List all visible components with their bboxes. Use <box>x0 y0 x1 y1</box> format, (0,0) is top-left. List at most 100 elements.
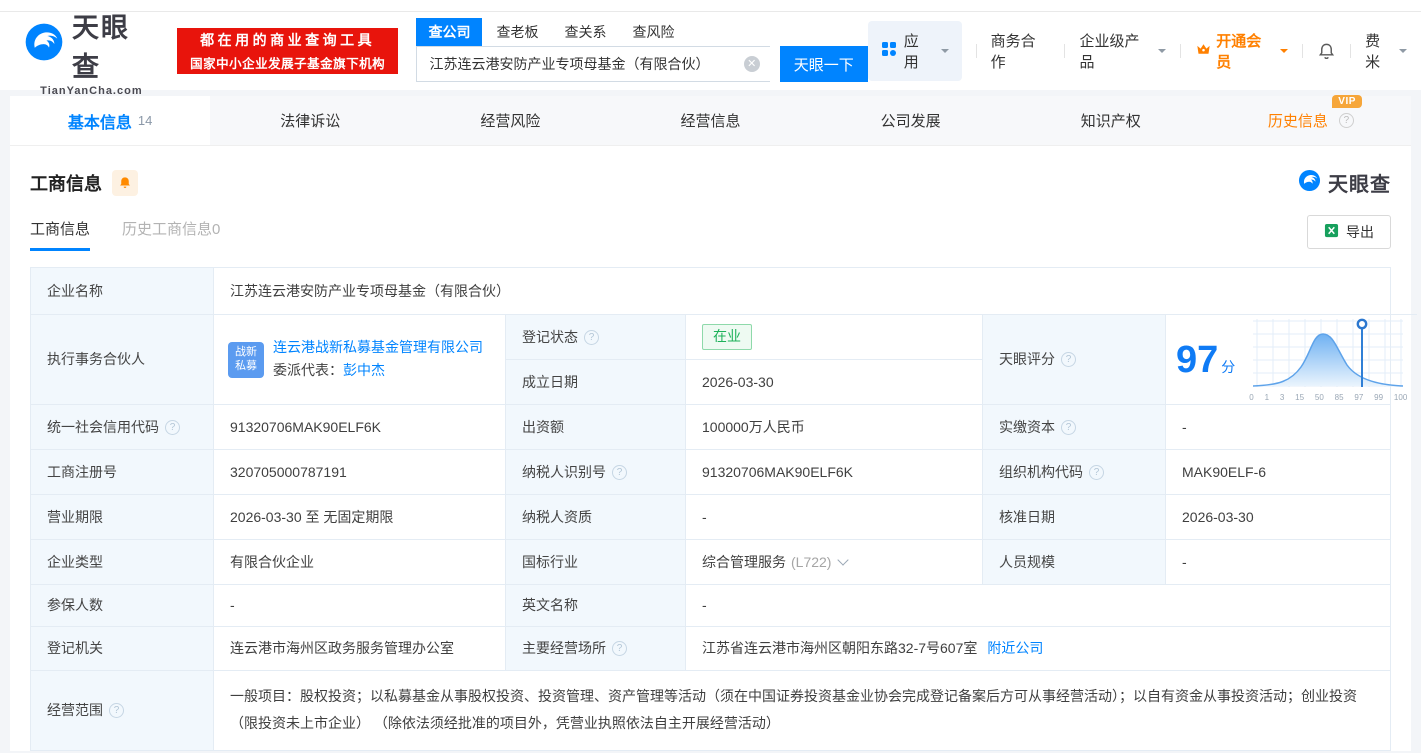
score-number: 97 <box>1176 338 1219 381</box>
value-contribution: 100000万人民币 <box>685 404 982 449</box>
page-tabs: 基本信息 14 法律诉讼 经营风险 经营信息 公司发展 知识产权 VIP 历史信… <box>10 95 1411 146</box>
label-approval-date: 核准日期 <box>982 494 1165 539</box>
search-tab-risk[interactable]: 查风险 <box>620 18 686 46</box>
user-menu[interactable]: 费米 <box>1365 30 1408 72</box>
nearby-companies-link[interactable]: 附近公司 <box>987 638 1043 659</box>
tianyancha-logo-icon <box>1298 169 1321 197</box>
tab-intellectual-property[interactable]: 知识产权 <box>1011 96 1211 145</box>
table-row: 营业期限 2026-03-30 至 无固定期限 纳税人资质 - 核准日期 202… <box>31 494 1390 539</box>
nav-business-cooperation[interactable]: 商务合作 <box>991 30 1051 72</box>
slogan-line2: 国家中小企业发展子基金旗下机构 <box>190 57 386 71</box>
tab-history-info[interactable]: VIP 历史信息 ? <box>1211 95 1411 145</box>
score-unit: 分 <box>1221 358 1236 375</box>
value-registration-number: 320705000787191 <box>213 449 505 494</box>
delegate-name-link[interactable]: 彭中杰 <box>343 362 385 378</box>
value-english-name: - <box>685 584 1390 626</box>
clear-search-icon[interactable]: ✕ <box>743 56 760 72</box>
apps-grid-icon <box>881 41 897 61</box>
label-insured-count: 参保人数 <box>31 584 213 626</box>
label-taxpayer-id: 纳税人识别号? <box>505 449 685 494</box>
help-icon[interactable]: ? <box>612 641 627 656</box>
label-tianyan-score: 天眼评分? <box>982 314 1165 404</box>
label-company-type: 企业类型 <box>31 539 213 584</box>
apps-menu-button[interactable]: 应用 <box>867 21 962 81</box>
apps-label: 应用 <box>903 33 919 71</box>
label-organization-code: 组织机构代码? <box>982 449 1165 494</box>
value-industry[interactable]: 综合管理服务 (L722) <box>685 539 982 584</box>
logo-name: 天眼查 <box>72 12 130 82</box>
tab-operational-risk[interactable]: 经营风险 <box>410 96 610 145</box>
value-registration-authority: 连云港市海州区政务服务管理办公室 <box>213 626 505 670</box>
value-tianyan-score: 97 分 0 1 3 15 50 85 97 99 100 <box>1165 314 1418 404</box>
chevron-down-icon <box>1158 49 1167 57</box>
help-icon[interactable]: ? <box>584 329 599 345</box>
tianyancha-logo-icon <box>24 22 64 67</box>
search-input[interactable] <box>416 46 770 82</box>
nav-open-membership[interactable]: 开通会员 <box>1195 30 1289 72</box>
nav-enterprise-product[interactable]: 企业级产品 <box>1079 30 1167 72</box>
search-tab-boss[interactable]: 查老板 <box>484 18 550 46</box>
tab-count: 14 <box>137 113 153 128</box>
subtab-history-registration[interactable]: 历史工商信息0 <box>122 218 220 251</box>
value-credit-code: 91320706MAK90ELF6K <box>213 404 505 449</box>
search-tab-relation[interactable]: 查关系 <box>552 18 618 46</box>
subtab-business-registration[interactable]: 工商信息 <box>30 218 91 251</box>
search-tab-company[interactable]: 查公司 <box>416 18 483 46</box>
site-header: 天眼查 TianYanCha.com 都在用的商业查询工具 国家中小企业发展子基… <box>0 12 1421 97</box>
logo-domain: TianYanCha.com <box>40 84 143 97</box>
label-paid-in-capital: 实缴资本? <box>982 404 1165 449</box>
table-row: 企业名称 江苏连云港安防产业专项母基金（有限合伙） <box>31 268 1390 314</box>
search-button[interactable]: 天眼一下 <box>779 46 868 82</box>
help-icon[interactable]: ? <box>1061 419 1076 435</box>
value-organization-code: MAK90ELF-6 <box>1165 449 1390 494</box>
partner-avatar[interactable]: 战新私募 <box>228 341 264 378</box>
tianyancha-logo[interactable]: 天眼查 TianYanCha.com <box>24 6 159 97</box>
tab-legal-proceedings[interactable]: 法律诉讼 <box>210 96 410 145</box>
value-executive-partner: 战新私募 连云港战新私募基金管理有限公司 委派代表：彭中杰 <box>213 314 505 404</box>
label-registration-number: 工商注册号 <box>31 449 213 494</box>
help-icon[interactable]: ? <box>109 702 124 718</box>
partner-company-link[interactable]: 连云港战新私募基金管理有限公司 <box>273 337 483 359</box>
chevron-down-icon <box>1280 49 1289 57</box>
help-icon[interactable]: ? <box>165 419 180 435</box>
excel-icon <box>1324 223 1339 241</box>
chevron-down-icon <box>940 49 949 57</box>
value-establish-date: 2026-03-30 <box>685 359 982 404</box>
help-icon[interactable]: ? <box>1338 113 1354 128</box>
help-icon[interactable]: ? <box>612 464 627 480</box>
value-staff-size: - <box>1165 539 1390 584</box>
brand-slogan: 都在用的商业查询工具 国家中小企业发展子基金旗下机构 <box>176 28 399 74</box>
status-badge: 在业 <box>702 324 752 350</box>
chevron-down-icon[interactable] <box>837 554 850 566</box>
notification-bell-icon[interactable] <box>1317 42 1336 61</box>
label-credit-code: 统一社会信用代码? <box>31 404 213 449</box>
table-row: 工商注册号 320705000787191 纳税人识别号? 91320706MA… <box>31 449 1390 494</box>
value-taxpayer-id: 91320706MAK90ELF6K <box>685 449 982 494</box>
industry-code: (L722) <box>791 553 832 570</box>
table-row: 登记机关 连云港市海州区政务服务管理办公室 主要经营场所? 江苏省连云港市海州区… <box>31 626 1390 670</box>
value-approval-date: 2026-03-30 <box>1165 494 1390 539</box>
label-registration-status: 登记状态? <box>505 314 685 359</box>
value-taxpayer-qualification: - <box>685 494 982 539</box>
chevron-down-icon <box>1399 49 1408 57</box>
tab-basic-info[interactable]: 基本信息 14 <box>10 96 211 145</box>
tab-business-info[interactable]: 经营信息 <box>610 96 810 145</box>
score-axis-ticks: 0 1 3 15 50 85 97 99 100 <box>1249 393 1408 402</box>
label-taxpayer-qualification: 纳税人资质 <box>505 494 685 539</box>
table-row: 统一社会信用代码? 91320706MAK90ELF6K 出资额 100000万… <box>31 404 1390 449</box>
label-executive-partner: 执行事务合伙人 <box>31 314 213 404</box>
monitor-bell-icon[interactable] <box>112 169 138 196</box>
help-icon[interactable]: ? <box>1061 352 1076 367</box>
label-business-term: 营业期限 <box>31 494 213 539</box>
crown-icon <box>1195 41 1212 62</box>
help-icon[interactable]: ? <box>1089 464 1104 480</box>
export-button[interactable]: 导出 <box>1307 215 1391 249</box>
tab-company-development[interactable]: 公司发展 <box>811 96 1011 145</box>
table-row: 参保人数 - 英文名称 - <box>31 584 1390 626</box>
value-business-term: 2026-03-30 至 无固定期限 <box>213 494 505 539</box>
table-row: 企业类型 有限合伙企业 国标行业 综合管理服务 (L722) 人员规模 - <box>31 539 1390 584</box>
company-detail-card: 基本信息 14 法律诉讼 经营风险 经营信息 公司发展 知识产权 VIP 历史信… <box>10 95 1418 751</box>
value-insured-count: - <box>213 584 505 626</box>
search-tabs: 查公司 查老板 查关系 查风险 <box>416 18 867 46</box>
label-staff-size: 人员规模 <box>982 539 1165 584</box>
